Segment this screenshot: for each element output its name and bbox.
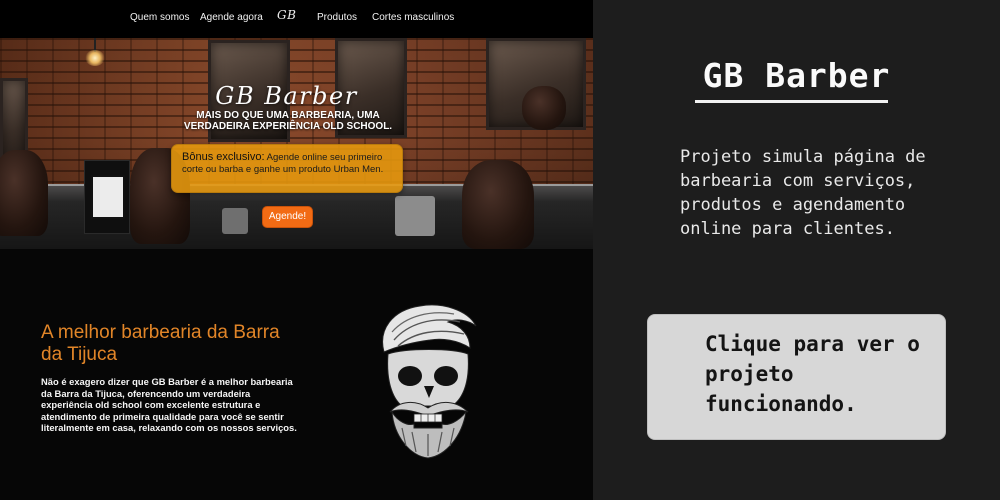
chair-base — [222, 208, 248, 234]
view-project-label: Clique para ver o projeto funcionando. — [705, 332, 920, 416]
nav-item-quem-somos[interactable]: Quem somos — [130, 12, 189, 23]
nav-item-cortes-masculinos[interactable]: Cortes masculinos — [372, 12, 454, 23]
nav-item-agende-agora[interactable]: Agende agora — [200, 12, 263, 23]
nav-item-produtos[interactable]: Produtos — [317, 12, 357, 23]
project-description: Projeto simula página de barbearia com s… — [680, 147, 926, 239]
view-project-button[interactable]: Clique para ver o projeto funcionando. — [647, 314, 946, 440]
pendant-lamp-icon — [85, 38, 105, 68]
barber-chair — [0, 150, 48, 236]
hero-title: GB Barber — [215, 82, 358, 110]
project-title: GB Barber — [702, 56, 891, 95]
about-text: Não é exagero dizer que GB Barber é a me… — [41, 376, 297, 434]
project-info-panel: GB Barber Projeto simula página de barbe… — [593, 0, 1000, 500]
hero-subtitle: MAIS DO QUE UMA BARBEARIA, UMA VERDADEIR… — [183, 110, 393, 132]
barber-chair — [462, 160, 534, 249]
whiskey-cabinet — [84, 160, 130, 234]
site-preview: Quem somos Agende agora GB Produtos Cort… — [0, 0, 593, 500]
bearded-skull-icon — [382, 304, 477, 459]
about-title: A melhor barbearia da Barra da Tijuca — [41, 322, 280, 365]
title-underline — [695, 100, 888, 103]
top-nav: Quem somos Agende agora GB Produtos Cort… — [0, 0, 593, 38]
schedule-button[interactable]: Agende! — [262, 206, 313, 228]
bonus-box: Bônus exclusivo: Agende online seu prime… — [171, 144, 403, 193]
nav-logo[interactable]: GB — [277, 8, 296, 22]
bonus-label: Bônus exclusivo: — [182, 151, 265, 163]
chair-base — [395, 196, 435, 236]
